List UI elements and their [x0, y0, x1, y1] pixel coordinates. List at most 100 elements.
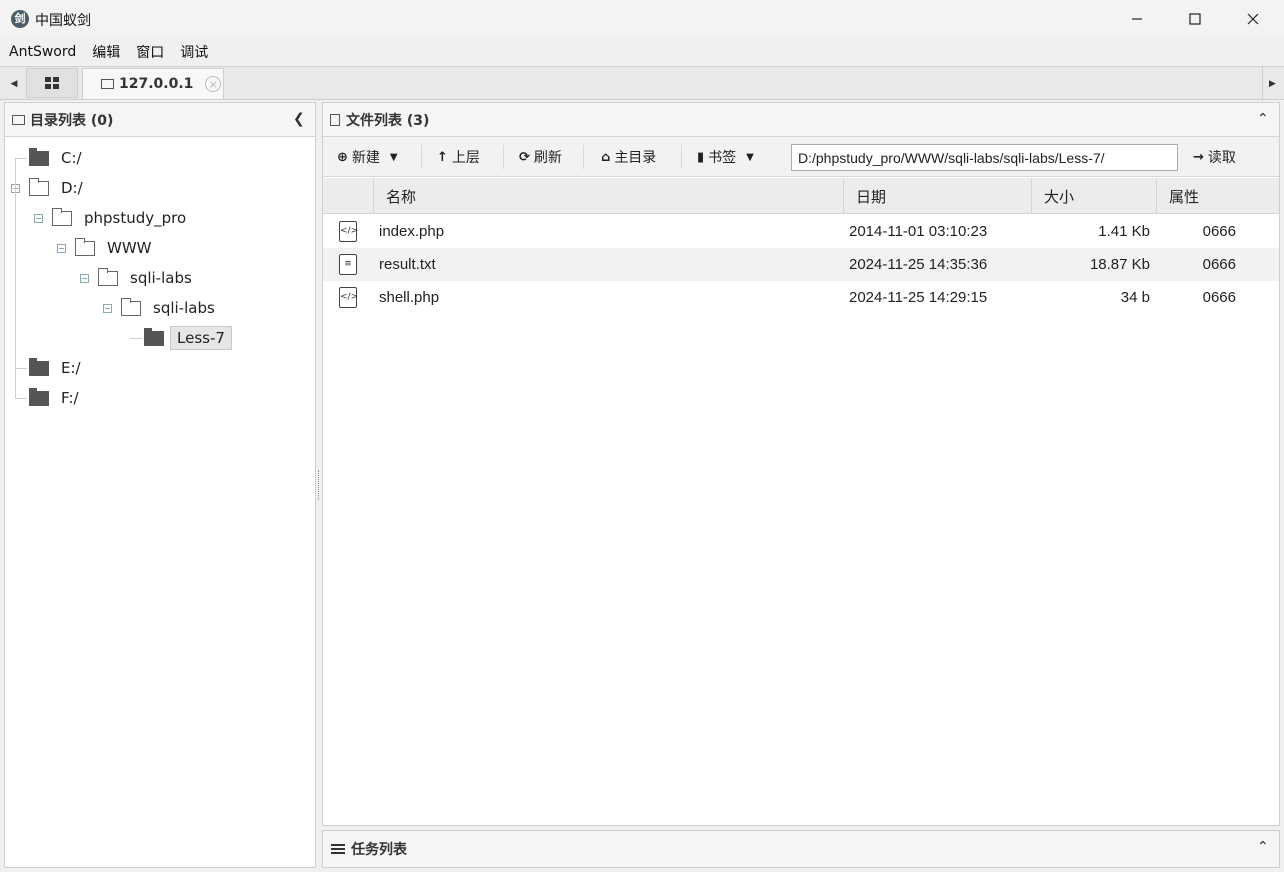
splitter-grip-icon[interactable]	[318, 470, 320, 500]
folder-icon	[29, 357, 49, 376]
tree-node-label[interactable]: E:/	[55, 356, 87, 380]
menu-antsword[interactable]: AntSword	[9, 44, 76, 60]
refresh-label: 刷新	[533, 150, 562, 166]
column-attributes[interactable]: 属性	[1156, 178, 1279, 214]
file-list-panel: 文件列表 (3) ⌃ ⊕ 新建 ▼ ↑ 上层 ⟳ 刷新 ⌂ 主目录 ▮ 书签 ▼	[322, 102, 1280, 826]
list-icon	[331, 844, 345, 854]
tab-scroll-right-button[interactable]: ▶	[1262, 67, 1282, 101]
tree-node[interactable]: F:/	[29, 386, 85, 410]
code-file-icon: </>	[339, 221, 358, 242]
file-grid-header: 名称 日期 大小 属性	[323, 178, 1279, 214]
file-toolbar: ⊕ 新建 ▼ ↑ 上层 ⟳ 刷新 ⌂ 主目录 ▮ 书签 ▼ → 读取	[323, 137, 1279, 177]
window-title: 中国蚁剑	[35, 13, 91, 29]
column-name[interactable]: 名称	[373, 178, 843, 214]
tree-node[interactable]: C:/	[29, 146, 88, 170]
tree-node[interactable]: D:/	[29, 176, 89, 200]
tree-node[interactable]: Less-7	[144, 326, 232, 350]
file-attributes: 0666	[1202, 256, 1236, 273]
file-date: 2024-11-25 14:29:15	[849, 289, 988, 306]
path-input[interactable]	[791, 144, 1178, 171]
menu-debug[interactable]: 调试	[180, 42, 208, 62]
menu-edit[interactable]: 编辑	[92, 42, 120, 62]
tree-connector	[15, 158, 16, 398]
tree-node-label[interactable]: WWW	[101, 236, 158, 260]
tree-node[interactable]: E:/	[29, 356, 87, 380]
maximize-icon	[1189, 13, 1201, 25]
folder-open-icon	[52, 207, 72, 226]
maximize-button[interactable]	[1166, 0, 1224, 38]
folder-open-icon	[121, 297, 141, 316]
caret-left-icon: ◀	[10, 79, 18, 89]
folder-icon	[101, 79, 114, 89]
collapse-file-list-button[interactable]: ⌃	[1257, 111, 1269, 127]
refresh-button[interactable]: ⟳ 刷新	[519, 137, 562, 177]
folder-open-icon	[29, 177, 49, 196]
column-size[interactable]: 大小	[1031, 178, 1156, 214]
bookmark-label: 书签	[708, 150, 737, 166]
file-row[interactable]: </> shell.php 2024-11-25 14:29:15 34 b 0666	[323, 281, 1279, 314]
new-button-label: 新建	[351, 150, 380, 166]
close-window-button[interactable]	[1224, 0, 1282, 38]
tree-node[interactable]: sqli-labs	[121, 296, 221, 320]
column-date[interactable]: 日期	[843, 178, 1031, 214]
file-list-header: 文件列表 (3)	[323, 103, 1279, 137]
expand-task-list-button[interactable]: ⌃	[1257, 839, 1269, 855]
tree-node-label[interactable]: sqli-labs	[124, 266, 198, 290]
tree-node-label[interactable]: C:/	[55, 146, 88, 170]
collapse-node-icon[interactable]: −	[34, 214, 43, 223]
bookmark-button[interactable]: ▮ 书签 ▼	[697, 137, 754, 177]
up-level-button[interactable]: ↑ 上层	[437, 137, 480, 177]
tab-home[interactable]	[26, 68, 78, 98]
read-label: 读取	[1207, 150, 1236, 166]
minimize-button[interactable]	[1108, 0, 1166, 38]
tab-scroll-left-button[interactable]: ◀	[4, 67, 24, 101]
directory-tree: C:/ D:/ − phpstudy_pro − WWW − sqli-labs − sqli-l…	[5, 103, 315, 867]
tab-shell-127-0-0-1[interactable]: 127.0.0.1 ×	[82, 68, 224, 99]
bookmark-icon: ▮	[697, 149, 705, 165]
tree-connector	[15, 398, 27, 399]
up-level-label: 上层	[451, 150, 480, 166]
chevron-up-icon: ⌃	[1257, 839, 1269, 855]
file-size: 34 b	[1120, 289, 1150, 306]
folder-open-icon	[75, 237, 95, 256]
file-attributes: 0666	[1202, 289, 1236, 306]
app-logo-icon: 剑	[11, 10, 29, 28]
collapse-node-icon[interactable]: −	[103, 304, 112, 313]
text-file-icon: ≡	[339, 254, 357, 275]
caret-right-icon: ▶	[1269, 79, 1276, 89]
tree-node[interactable]: phpstudy_pro	[52, 206, 192, 230]
tab-close-icon[interactable]: ×	[205, 76, 222, 92]
grid-icon	[45, 77, 59, 89]
file-date: 2014-11-01 03:10:23	[849, 223, 988, 240]
tree-node-label[interactable]: phpstudy_pro	[78, 206, 192, 230]
menu-window[interactable]: 窗口	[136, 42, 164, 62]
refresh-icon: ⟳	[519, 149, 530, 165]
task-list-title: 任务列表	[351, 842, 407, 858]
file-row[interactable]: ≡ result.txt 2024-11-25 14:35:36 18.87 Kb 06…	[323, 248, 1279, 281]
folder-icon	[144, 327, 164, 346]
tree-connector	[15, 368, 27, 369]
plus-circle-icon: ⊕	[337, 149, 348, 165]
tree-node-label[interactable]: sqli-labs	[147, 296, 221, 320]
file-grid-body: </> index.php 2014-11-01 03:10:23 1.41 Kb 06…	[323, 215, 1279, 815]
tree-node[interactable]: sqli-labs	[98, 266, 198, 290]
file-icon	[330, 113, 340, 126]
directory-panel: 目录列表 (0) ❮ C:/D:/−phpstudy_pro−WWW−sqli-…	[4, 102, 316, 868]
file-size: 1.41 Kb	[1098, 223, 1150, 240]
file-size: 18.87 Kb	[1089, 256, 1150, 273]
new-button[interactable]: ⊕ 新建 ▼	[337, 137, 398, 177]
collapse-node-icon[interactable]: −	[57, 244, 66, 253]
close-icon	[1247, 13, 1259, 25]
title-bar: 剑 中国蚁剑	[0, 0, 1284, 38]
tree-node-label[interactable]: Less-7	[170, 326, 232, 350]
file-name: result.txt	[379, 256, 436, 273]
read-button[interactable]: → 读取	[1193, 137, 1236, 177]
collapse-node-icon[interactable]: −	[80, 274, 89, 283]
tree-node-label[interactable]: F:/	[55, 386, 85, 410]
tree-node-label[interactable]: D:/	[55, 176, 89, 200]
home-directory-label: 主目录	[614, 150, 657, 166]
file-row[interactable]: </> index.php 2014-11-01 03:10:23 1.41 Kb 06…	[323, 215, 1279, 248]
tree-node[interactable]: WWW	[75, 236, 158, 260]
file-name: index.php	[379, 223, 445, 240]
home-directory-button[interactable]: ⌂ 主目录	[601, 137, 656, 177]
